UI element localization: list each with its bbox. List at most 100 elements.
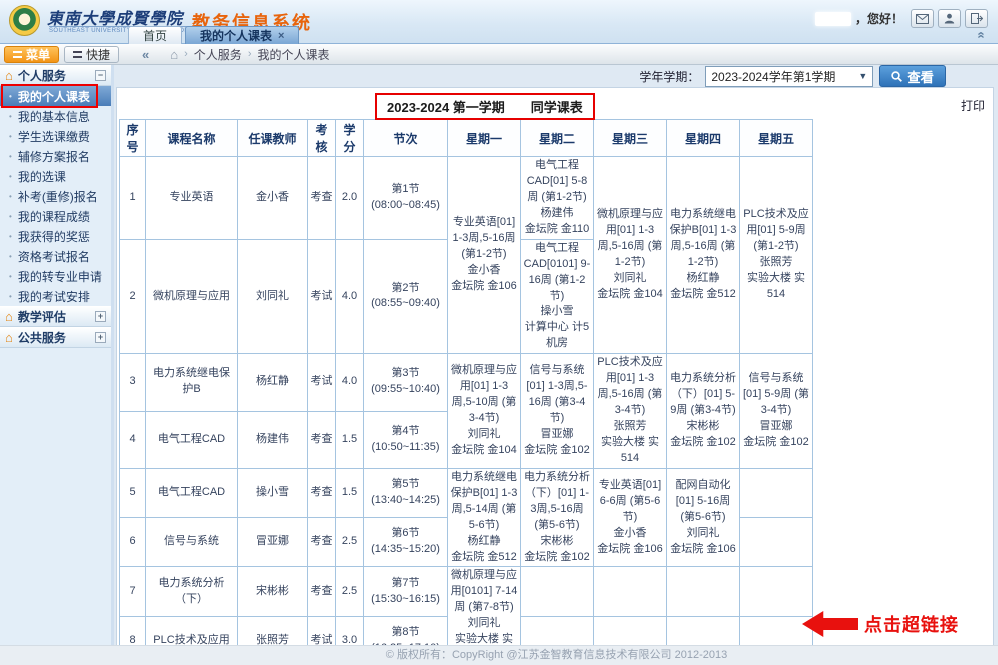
period-cell: 第2节(08:55~09:40) [364,239,448,354]
sidebar: ⌂个人服务−•我的个人课表•我的基本信息•学生选课缴费•辅修方案报名•我的选课•… [0,65,114,645]
seq-cell: 1 [120,157,146,240]
schedule-cell[interactable]: 专业英语[01] 1-3周,5-16周 (第1-2节)金小香金坛院 金106 [448,157,521,354]
assess-cell: 考试 [308,354,336,411]
sidebar-item-0-4[interactable]: •我的选课 [0,166,111,186]
assess-cell: 考查 [308,567,336,616]
chevron-right-icon: › [248,48,252,60]
tab-0[interactable]: 首页 [128,26,182,44]
app-window: 東南大學成賢學院 SOUTHEAST UNIVERSITY CHENGXIAN … [0,0,998,665]
schedule-cell[interactable]: 专业英语[01] 6-6周 (第5-6节)金小香金坛院 金106 [594,468,667,567]
schedule-cell[interactable]: 电力系统继电保护B[01] 1-3周,5-16周 (第1-2节)杨红静金坛院 金… [667,157,740,354]
expand-toggle-icon[interactable]: − [95,70,106,81]
sidebar-item-label: 我的转专业申请 [18,268,102,285]
collapse-sidebar-icon[interactable]: « [142,47,149,62]
sidebar-item-0-5[interactable]: •补考(重修)报名 [0,186,111,206]
schedule-cell[interactable]: 电气工程CAD[0101] 9-16周 (第1-2节)操小雪计算中心 计5机房 [521,239,594,354]
credit-cell: 2.5 [336,567,364,616]
timetable-column-header: 课程名称 [146,120,238,157]
timetable-column-header: 序号 [120,120,146,157]
chevron-down-icon: ▼ [858,71,867,81]
schedule-cell[interactable]: PLC技术及应用[01] 1-3周,5-16周 (第3-4节)张照芳实验大楼 实… [594,354,667,469]
sidebar-item-0-6[interactable]: •我的课程成绩 [0,206,111,226]
view-button[interactable]: 查看 [879,65,946,87]
breadcrumb-item[interactable]: 我的个人课表 [257,46,329,63]
close-icon[interactable]: × [278,30,284,42]
credit-cell: 4.0 [336,354,364,411]
print-link[interactable]: 打印 [961,97,985,114]
timetable-column-header: 星期五 [740,120,813,157]
search-icon [891,71,902,82]
credit-cell: 2.0 [336,157,364,240]
timetable-column-header: 星期三 [594,120,667,157]
teacher-cell: 冒亚娜 [238,518,308,567]
quick-button[interactable]: 快捷 [64,46,119,63]
teacher-cell: 宋彬彬 [238,567,308,616]
home-icon[interactable]: ⌂ [170,47,178,62]
seq-cell: 4 [120,411,146,468]
user-icon[interactable] [938,9,961,28]
quick-icon [73,51,82,58]
schedule-cell[interactable]: PLC技术及应用[01] 5-9周 (第1-2节)张照芳实验大楼 实514 [740,157,813,354]
sidebar-item-label: 我的基本信息 [18,108,90,125]
bullet-icon: • [9,132,12,141]
logout-icon[interactable] [965,9,988,28]
sidebar-item-0-1[interactable]: •我的基本信息 [0,106,111,126]
sidebar-item-0-10[interactable]: •我的考试安排 [0,286,111,306]
sidebar-section-header-2[interactable]: ⌂公共服务+ [0,327,111,348]
sidebar-section-header-1[interactable]: ⌂教学评估+ [0,306,111,327]
bullet-icon: • [9,152,12,161]
query-bar: 学年学期： 2023-2024学年第1学期 ▼ 查看 [114,65,998,87]
sidebar-item-0-2[interactable]: •学生选课缴费 [0,126,111,146]
schedule-cell[interactable]: 信号与系统[01] 5-9周 (第3-4节)冒亚娜金坛院 金102 [740,354,813,469]
username-redacted [815,12,851,26]
sidebar-item-0-3[interactable]: •辅修方案报名 [0,146,111,166]
seq-cell: 7 [120,567,146,616]
timetable-title-term: 2023-2024 第一学期 [387,97,505,116]
expand-toggle-icon[interactable]: + [95,332,106,343]
toolbar: 菜单 快捷 « ⌂ ›个人服务›我的个人课表 [0,44,998,65]
user-area: ，您好！ [815,9,988,28]
bullet-icon: • [9,232,12,241]
annotation-label: 点击超链接 [864,611,959,637]
schedule-cell[interactable]: 微机原理与应用[01] 1-3周,5-16周 (第1-2节)刘同礼金坛院 金10… [594,157,667,354]
collapse-header-icon[interactable]: » [975,31,985,38]
schedule-cell-empty [521,567,594,616]
course-cell: 微机原理与应用 [146,239,238,354]
expand-toggle-icon[interactable]: + [95,311,106,322]
sidebar-item-0-8[interactable]: • 资格考试报名 [0,246,111,266]
breadcrumb: ⌂ ›个人服务›我的个人课表 [170,46,329,63]
timetable-row: 7电力系统分析（下）宋彬彬考查2.5第7节(15:30~16:15)微机原理与应… [120,567,813,616]
sidebar-item-0-9[interactable]: •我的转专业申请 [0,266,111,286]
sidebar-item-0-7[interactable]: • 我获得的奖惩 [0,226,111,246]
sidebar-item-label: 我的课程成绩 [18,208,90,225]
sidebar-item-label: 资格考试报名 [18,248,90,265]
home-icon: ⌂ [5,68,13,83]
schedule-cell[interactable]: 电力系统分析（下）[01] 5-9周 (第3-4节)宋彬彬金坛院 金102 [667,354,740,469]
seq-cell: 6 [120,518,146,567]
sidebar-section-header-0[interactable]: ⌂个人服务− [0,65,111,86]
sidebar-item-label: 我获得的奖惩 [18,228,90,245]
schedule-cell[interactable]: 配网自动化[01] 5-16周 (第5-6节)刘同礼金坛院 金106 [667,468,740,567]
tab-1[interactable]: 我的个人课表× [185,26,299,44]
schedule-cell[interactable]: 电力系统分析（下）[01] 1-3周,5-16周 (第5-6节)宋彬彬金坛院 金… [521,468,594,567]
assess-cell: 考查 [308,411,336,468]
main-area: ⌂个人服务−•我的个人课表•我的基本信息•学生选课缴费•辅修方案报名•我的选课•… [0,65,998,645]
schedule-cell[interactable]: 电气工程CAD[01] 5-8周 (第1-2节)杨建伟金坛院 金110 [521,157,594,240]
seq-cell: 5 [120,468,146,517]
annotation-arrow-icon [802,611,858,637]
breadcrumb-item[interactable]: 个人服务 [194,46,242,63]
semester-select[interactable]: 2023-2024学年第1学期 ▼ [705,66,873,87]
sidebar-item-label: 我的选课 [18,168,66,185]
timetable-column-header: 星期四 [667,120,740,157]
semester-label: 学年学期： [639,68,699,85]
schedule-cell[interactable]: 信号与系统[01] 1-3周,5-16周 (第3-4节)冒亚娜金坛院 金102 [521,354,594,469]
bullet-icon: • [9,252,12,261]
timetable-column-header: 节次 [364,120,448,157]
schedule-cell[interactable]: 微机原理与应用[01] 1-3周,5-10周 (第3-4节)刘同礼金坛院 金10… [448,354,521,469]
sidebar-item-label: 我的个人课表 [18,88,90,105]
sidebar-item-0-0[interactable]: •我的个人课表 [0,86,111,106]
mail-icon[interactable] [911,9,934,28]
menu-button[interactable]: 菜单 [4,46,59,63]
schedule-cell[interactable]: 电力系统继电保护B[01] 1-3周,5-14周 (第5-6节)杨红静金坛院 金… [448,468,521,567]
teacher-cell: 刘同礼 [238,239,308,354]
